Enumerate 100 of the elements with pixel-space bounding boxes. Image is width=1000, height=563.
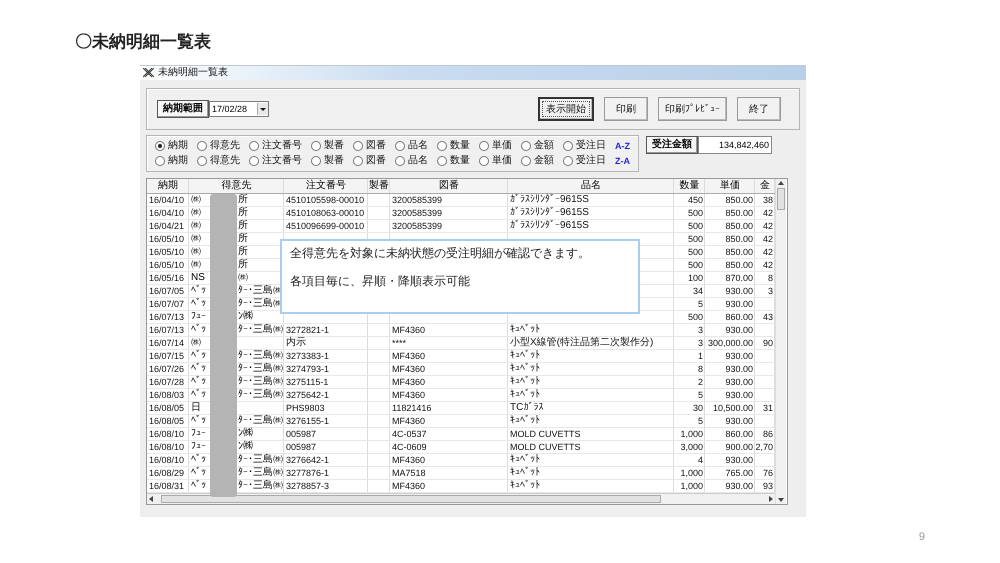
- table-cell-text: 4510105598-00010: [285, 194, 366, 206]
- table-cell-text: 10,500.00: [712, 402, 754, 414]
- table-cell-text: 100: [686, 272, 704, 284]
- table-cell-text: 42: [762, 220, 774, 232]
- radio-label: 製番: [324, 155, 344, 167]
- radio-button[interactable]: [437, 156, 447, 166]
- column-header[interactable]: 数量: [674, 179, 705, 193]
- table-cell-text: 3275642-1: [285, 389, 330, 401]
- customer-name-fragment: 所: [238, 194, 248, 206]
- vertical-scrollbar[interactable]: [775, 179, 786, 504]
- table-cell-text: 3276155-1: [285, 415, 330, 427]
- radio-button[interactable]: [249, 156, 259, 166]
- radio-button[interactable]: [437, 141, 447, 151]
- radio-button[interactable]: [563, 156, 573, 166]
- radio-button[interactable]: [479, 141, 489, 151]
- table-cell-text: 850.00: [724, 194, 754, 206]
- table-cell-text: 16/08/10: [148, 428, 186, 440]
- radio-label: 品名: [408, 140, 428, 152]
- page-number: 9: [918, 531, 925, 543]
- sort-direction-label: A-Z: [615, 141, 630, 151]
- toolbar-button[interactable]: 印刷ﾌﾟﾚﾋﾞｭｰ: [658, 97, 727, 121]
- horizontal-scrollbar[interactable]: [147, 493, 775, 504]
- table-cell-text: 31: [762, 402, 774, 414]
- radio-label: 納期: [168, 140, 188, 152]
- radio-label: 単価: [492, 155, 512, 167]
- table-cell-text: 16/08/10: [148, 441, 186, 453]
- date-dropdown[interactable]: 17/02/28: [209, 101, 269, 117]
- column-header[interactable]: 製番: [368, 179, 390, 193]
- radio-label: 数量: [450, 140, 470, 152]
- column-header[interactable]: 納期: [147, 179, 189, 193]
- customer-name-fragment: ﾀｰ･三島㈱: [238, 324, 283, 336]
- toolbar-button[interactable]: 印刷: [604, 97, 648, 121]
- table-cell-text: 850.00: [724, 259, 754, 271]
- radio-label: 注文番号: [262, 140, 302, 152]
- toolbar-button[interactable]: 表示開始: [538, 97, 594, 121]
- scrollbar-thumb[interactable]: [161, 495, 661, 503]
- app-icon: [143, 68, 154, 78]
- table-cell-text: MF4360: [391, 415, 426, 427]
- customer-name-fragment: ﾍﾞｯ: [191, 350, 206, 362]
- radio-label: 図番: [366, 140, 386, 152]
- radio-button[interactable]: [521, 156, 531, 166]
- table-cell-text: 1,000: [679, 467, 704, 479]
- table-cell-text: 16/07/14: [148, 337, 186, 349]
- scroll-right-icon[interactable]: [767, 495, 775, 503]
- table-cell-text: 16/07/13: [148, 324, 186, 336]
- radio-button[interactable]: [311, 156, 321, 166]
- table-cell-text: MF4360: [391, 324, 426, 336]
- table-cell-text: ｶﾞﾗｽｼﾘﾝﾀﾞｰ9615S: [509, 220, 590, 232]
- customer-name-fragment: ﾀｰ･三島㈱: [238, 363, 283, 375]
- table-cell-text: 500: [686, 233, 704, 245]
- column-header[interactable]: 注文番号: [284, 179, 368, 193]
- table-cell-text: 16/08/10: [148, 454, 186, 466]
- scroll-down-icon[interactable]: [777, 496, 785, 504]
- customer-name-fragment: ﾀｰ･三島㈱: [238, 480, 283, 492]
- table-cell-text: ｷｭﾍﾞｯﾄ: [509, 389, 541, 401]
- table-cell-text: 内示: [285, 337, 307, 349]
- radio-button[interactable]: [311, 141, 321, 151]
- radio-button[interactable]: [353, 141, 363, 151]
- radio-label: 受注日: [576, 155, 606, 167]
- column-header[interactable]: 得意先: [189, 179, 284, 193]
- radio-button[interactable]: [197, 141, 207, 151]
- table-cell-text: 1: [696, 350, 704, 362]
- table-cell-text: 4: [696, 454, 704, 466]
- table-cell-text: 16/08/05: [148, 415, 186, 427]
- table-cell-text: 42: [762, 259, 774, 271]
- toolbar-button[interactable]: 終了: [737, 97, 781, 121]
- column-header[interactable]: 品名: [508, 179, 674, 193]
- table-cell-text: 4510096699-00010: [285, 220, 366, 232]
- table-cell-text: MF4360: [391, 480, 426, 492]
- scroll-left-icon[interactable]: [147, 495, 155, 503]
- column-header[interactable]: 単価: [705, 179, 755, 193]
- radio-button[interactable]: [563, 141, 573, 151]
- table-cell-text: 450: [686, 194, 704, 206]
- radio-button[interactable]: [155, 156, 165, 166]
- customer-name-fragment: ﾍﾞｯ: [191, 285, 206, 297]
- table-cell-text: 16/05/10: [148, 233, 186, 245]
- table-cell-text: MF4360: [391, 454, 426, 466]
- customer-name-fragment: ㈱: [191, 337, 201, 349]
- table-cell-text: 16/08/31: [148, 480, 186, 492]
- table-cell-text: 42: [762, 233, 774, 245]
- table-cell-text: 850.00: [724, 233, 754, 245]
- radio-button[interactable]: [395, 156, 405, 166]
- radio-button[interactable]: [521, 141, 531, 151]
- radio-button[interactable]: [479, 156, 489, 166]
- table-cell-text: ｷｭﾍﾞｯﾄ: [509, 363, 541, 375]
- scrollbar-thumb[interactable]: [777, 188, 785, 210]
- table-cell-text: 850.00: [724, 246, 754, 258]
- radio-button[interactable]: [395, 141, 405, 151]
- table-cell-text: TCｶﾞﾗｽ: [509, 402, 544, 414]
- table-cell-text: 930.00: [724, 285, 754, 297]
- customer-name-fragment: 所: [238, 259, 248, 271]
- radio-button[interactable]: [249, 141, 259, 151]
- callout-text: 各項目毎に、昇順・降順表示可能: [290, 274, 471, 288]
- radio-button[interactable]: [197, 156, 207, 166]
- radio-button[interactable]: [155, 141, 165, 151]
- radio-button[interactable]: [353, 156, 363, 166]
- table-cell-text: 005987: [285, 428, 318, 440]
- column-header[interactable]: 図番: [390, 179, 508, 193]
- column-header[interactable]: 金: [755, 179, 775, 193]
- customer-name-fragment: ㈱: [191, 246, 201, 258]
